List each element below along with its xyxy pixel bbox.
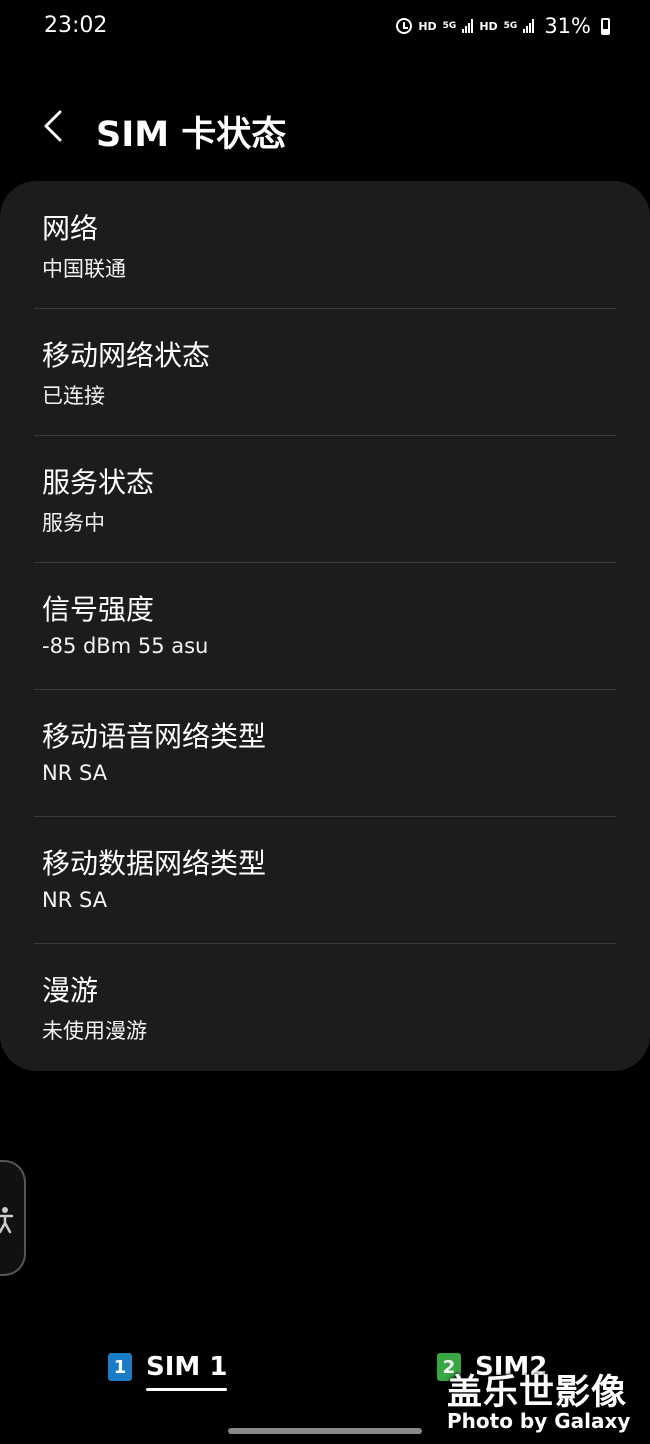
status-icons: HD 5G HD 5G 31% [396,14,610,38]
5g-icon: 5G [503,20,518,31]
item-label: 服务状态 [42,466,155,499]
signal-icon [523,19,535,33]
item-label: 移动数据网络类型 [42,847,267,880]
item-value: NR SA [42,888,108,912]
back-button[interactable] [40,108,66,144]
item-value: NR SA [42,761,108,785]
item-label: 漫游 [42,974,99,1007]
status-bar: 23:02 HD 5G HD 5G 31% [0,0,650,56]
battery-icon [601,17,610,35]
list-item-service-state: 服务状态 服务中 [0,435,650,562]
item-label: 网络 [42,212,99,245]
item-label: 移动语音网络类型 [42,720,267,753]
battery-percent: 31% [544,14,591,38]
accessibility-button[interactable] [0,1160,26,1276]
tab-sim1-text: SIM 1 [146,1352,228,1382]
hd-icon: HD [479,19,498,33]
alarm-icon [396,18,413,34]
list-item-network: 网络 中国联通 [0,181,650,308]
accessibility-icon [0,1207,14,1234]
signal-icon [462,19,474,33]
page-title: SIM 卡状态 [96,115,287,155]
5g-icon: 5G [442,20,457,31]
item-label: 移动网络状态 [42,339,211,372]
hd-icon: HD [418,19,437,33]
list-item-roaming: 漫游 未使用漫游 [0,943,650,1070]
sim-status-card: 网络 中国联通 移动网络状态 已连接 服务状态 服务中 信号强度 -85 dBm… [0,181,650,1071]
home-indicator[interactable] [228,1428,422,1434]
tab-sim1-label: SIM 1 [146,1352,228,1391]
item-value: 未使用漫游 [42,1019,147,1043]
list-item-voice-network-type: 移动语音网络类型 NR SA [0,689,650,816]
tab-sim1[interactable]: 1 SIM 1 [108,1352,228,1391]
watermark-cn: 盖乐世影像 [447,1373,628,1413]
item-value: 中国联通 [42,257,126,281]
watermark: 盖乐世影像 Photo by Galaxy [447,1364,647,1433]
sim1-badge-icon: 1 [108,1353,132,1381]
item-value: 已连接 [42,384,105,408]
item-value: 服务中 [42,511,105,535]
watermark-en: Photo by Galaxy [447,1409,631,1433]
list-item-mobile-network-state: 移动网络状态 已连接 [0,308,650,435]
list-item-data-network-type: 移动数据网络类型 NR SA [0,816,650,943]
item-value: -85 dBm 55 asu [42,634,209,658]
tab-selected-indicator [146,1388,228,1391]
app-bar: SIM 卡状态 [0,96,650,160]
item-label: 信号强度 [42,593,155,626]
status-time: 23:02 [44,13,108,38]
list-item-signal-strength: 信号强度 -85 dBm 55 asu [0,562,650,689]
chevron-left-icon [44,110,62,142]
